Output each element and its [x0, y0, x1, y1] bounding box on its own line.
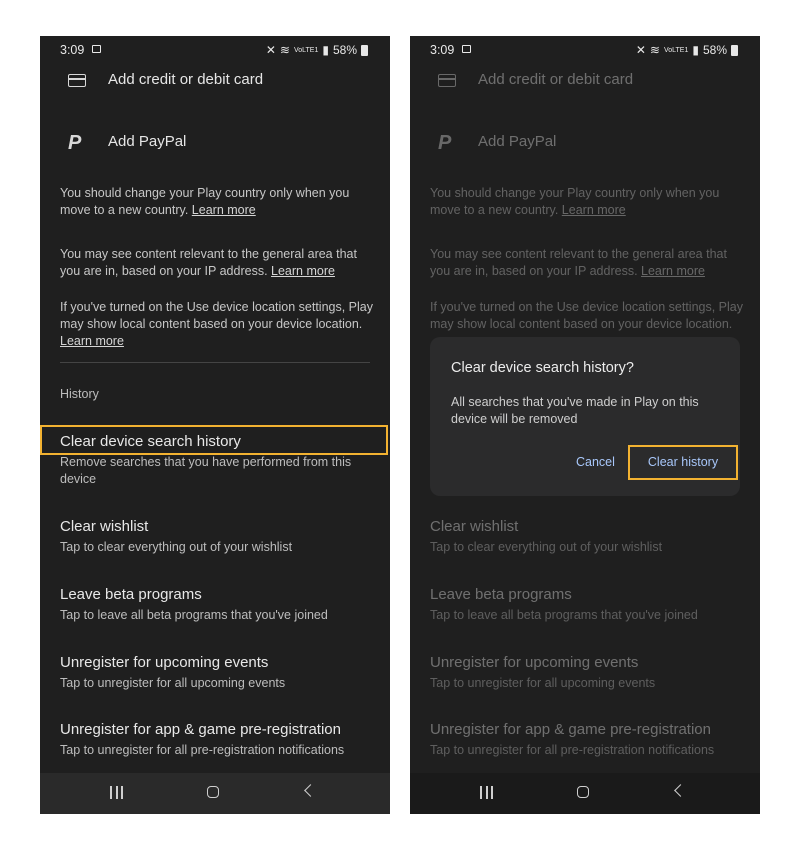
ip-info: You may see content relevant to the gene…: [430, 246, 750, 280]
unregister-events-subtitle: Tap to unregister for all upcoming event…: [430, 676, 656, 690]
ip-learn-more-link: Learn more: [641, 264, 705, 278]
phone-screen-settings: 3:09 ✕ ≋ VoLTE1 ▮ 58% Add credit or debi…: [40, 36, 390, 814]
back-icon[interactable]: [674, 784, 687, 797]
status-bar: 3:09 ✕ ≋ VoLTE1 ▮ 58%: [410, 36, 760, 64]
country-info: You should change your Play country only…: [60, 185, 380, 219]
divider: [60, 362, 370, 363]
paypal-icon: P: [438, 132, 452, 154]
history-section-label: History: [60, 387, 99, 401]
location-info-text: If you've turned on the Use device locat…: [430, 300, 743, 331]
image-notification-icon: [92, 45, 101, 53]
clear-wishlist-option[interactable]: Clear wishlist: [60, 518, 148, 535]
unregister-preregistration-option[interactable]: Unregister for app & game pre-registrati…: [60, 721, 341, 738]
add-card-option: Add credit or debit card: [478, 71, 634, 88]
location-learn-more-link[interactable]: Learn more: [60, 334, 124, 348]
unregister-preregistration-subtitle: Tap to unregister for all pre-registrati…: [60, 743, 345, 757]
network-label: VoLTE1: [293, 46, 319, 54]
unregister-events-option: Unregister for upcoming events: [430, 654, 639, 671]
location-info-text: If you've turned on the Use device locat…: [60, 300, 373, 331]
unregister-preregistration-option: Unregister for app & game pre-registrati…: [430, 721, 711, 738]
unregister-events-option[interactable]: Unregister for upcoming events: [60, 654, 268, 671]
location-info: If you've turned on the Use device locat…: [430, 299, 750, 333]
navigation-bar: [410, 773, 760, 814]
mute-icon: ✕: [635, 43, 646, 57]
status-time: 3:09: [60, 43, 85, 57]
leave-beta-subtitle: Tap to leave all beta programs that you'…: [60, 608, 328, 622]
wifi-icon: ≋: [649, 43, 660, 57]
phone-screen-dialog: 3:09 ✕ ≋ VoLTE1 ▮ 58% Add credit or debi…: [410, 36, 760, 814]
status-bar: 3:09 ✕ ≋ VoLTE1 ▮ 58%: [40, 36, 390, 64]
highlight-clear-search-history: [40, 425, 388, 455]
ip-learn-more-link[interactable]: Learn more: [271, 264, 335, 278]
unregister-events-subtitle: Tap to unregister for all upcoming event…: [60, 676, 286, 690]
add-paypal-option[interactable]: Add PayPal: [108, 133, 186, 150]
dialog-title: Clear device search history?: [451, 360, 634, 376]
unregister-preregistration-subtitle: Tap to unregister for all pre-registrati…: [430, 743, 715, 757]
home-icon[interactable]: [207, 786, 219, 798]
status-time: 3:09: [430, 43, 455, 57]
home-icon[interactable]: [577, 786, 589, 798]
recent-apps-icon[interactable]: [480, 786, 493, 799]
leave-beta-option[interactable]: Leave beta programs: [60, 586, 202, 603]
battery-percent: 58%: [702, 43, 727, 57]
cancel-button[interactable]: Cancel: [576, 455, 615, 469]
credit-card-icon: [68, 74, 86, 87]
leave-beta-option: Leave beta programs: [430, 586, 572, 603]
network-label: VoLTE1: [663, 46, 689, 54]
country-learn-more-link: Learn more: [561, 203, 626, 217]
leave-beta-subtitle: Tap to leave all beta programs that you'…: [430, 608, 698, 622]
add-card-option[interactable]: Add credit or debit card: [108, 71, 263, 88]
ip-info: You may see content relevant to the gene…: [60, 246, 380, 280]
recent-apps-icon[interactable]: [110, 786, 123, 799]
image-notification-icon: [462, 45, 471, 53]
clear-wishlist-option: Clear wishlist: [430, 518, 519, 535]
country-learn-more-link[interactable]: Learn more: [192, 203, 256, 217]
clear-wishlist-subtitle: Tap to clear everything out of your wish…: [430, 540, 663, 554]
navigation-bar: [40, 773, 390, 814]
signal-icon: ▮: [322, 43, 329, 57]
clear-history-button[interactable]: Clear history: [628, 445, 738, 480]
status-icons: ✕ ≋ VoLTE1 ▮ 58%: [636, 43, 738, 57]
paypal-icon: P: [68, 132, 82, 154]
dialog-body: All searches that you've made in Play on…: [451, 395, 699, 426]
credit-card-icon: [438, 74, 456, 87]
clear-history-dialog: Clear device search history? All searche…: [430, 337, 740, 496]
clear-search-history-subtitle: Remove searches that you have performed …: [60, 455, 352, 486]
country-info: You should change your Play country only…: [430, 185, 750, 219]
mute-icon: ✕: [265, 43, 276, 57]
battery-percent: 58%: [332, 43, 357, 57]
location-info: If you've turned on the Use device locat…: [60, 299, 380, 350]
status-icons: ✕ ≋ VoLTE1 ▮ 58%: [266, 43, 368, 57]
signal-icon: ▮: [692, 43, 699, 57]
clear-wishlist-subtitle: Tap to clear everything out of your wish…: [60, 540, 293, 554]
wifi-icon: ≋: [279, 43, 290, 57]
battery-icon: [361, 44, 368, 56]
add-paypal-option: Add PayPal: [478, 133, 557, 150]
battery-icon: [731, 44, 738, 56]
back-icon[interactable]: [304, 784, 317, 797]
